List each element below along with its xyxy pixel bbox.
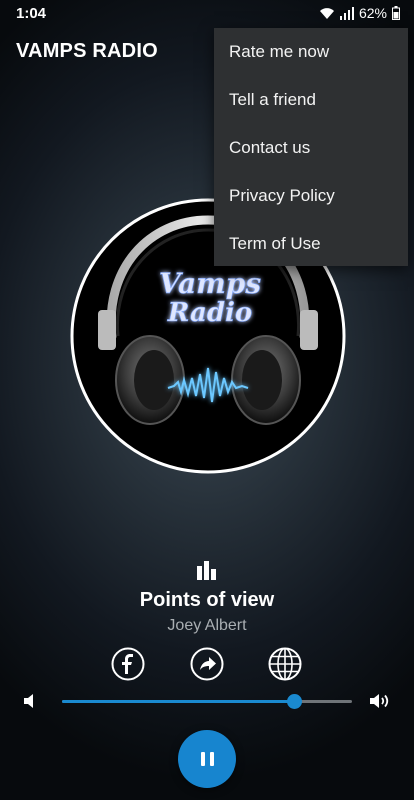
volume-low-icon[interactable]: [20, 691, 40, 711]
menu-item-terms[interactable]: Term of Use: [214, 220, 408, 268]
app-title: VAMPS RADIO: [16, 40, 158, 62]
menu-item-contact[interactable]: Contact us: [214, 124, 408, 172]
signal-icon: [339, 6, 354, 20]
volume-slider-thumb[interactable]: [287, 694, 302, 709]
menu-item-rate[interactable]: Rate me now: [214, 28, 408, 76]
pause-icon: [200, 752, 205, 766]
volume-slider-fill: [62, 700, 294, 703]
battery-percent: 62%: [358, 5, 387, 21]
volume-high-icon[interactable]: [368, 691, 392, 711]
logo-text-line1: Vamps: [159, 267, 262, 300]
logo-text-line2: Radio: [167, 298, 252, 328]
status-bar: 1:04 62%: [0, 0, 414, 28]
song-artist: Joey Albert: [167, 617, 247, 634]
menu-item-tell-friend[interactable]: Tell a friend: [214, 76, 408, 124]
menu-item-privacy[interactable]: Privacy Policy: [214, 172, 408, 220]
overflow-menu: Rate me now Tell a friend Contact us Pri…: [214, 28, 408, 266]
share-icon[interactable]: [190, 647, 224, 681]
volume-slider[interactable]: [62, 694, 352, 709]
wifi-icon: [319, 7, 334, 19]
status-time: 1:04: [16, 5, 47, 22]
song-title: Points of view: [139, 589, 275, 611]
globe-icon[interactable]: [268, 647, 302, 681]
pause-button[interactable]: [178, 730, 236, 788]
equalizer-icon: [197, 561, 216, 580]
battery-icon: [392, 6, 400, 20]
pause-icon-bar: [209, 752, 214, 766]
facebook-icon[interactable]: [111, 647, 145, 681]
status-icons: 62%: [319, 5, 400, 21]
